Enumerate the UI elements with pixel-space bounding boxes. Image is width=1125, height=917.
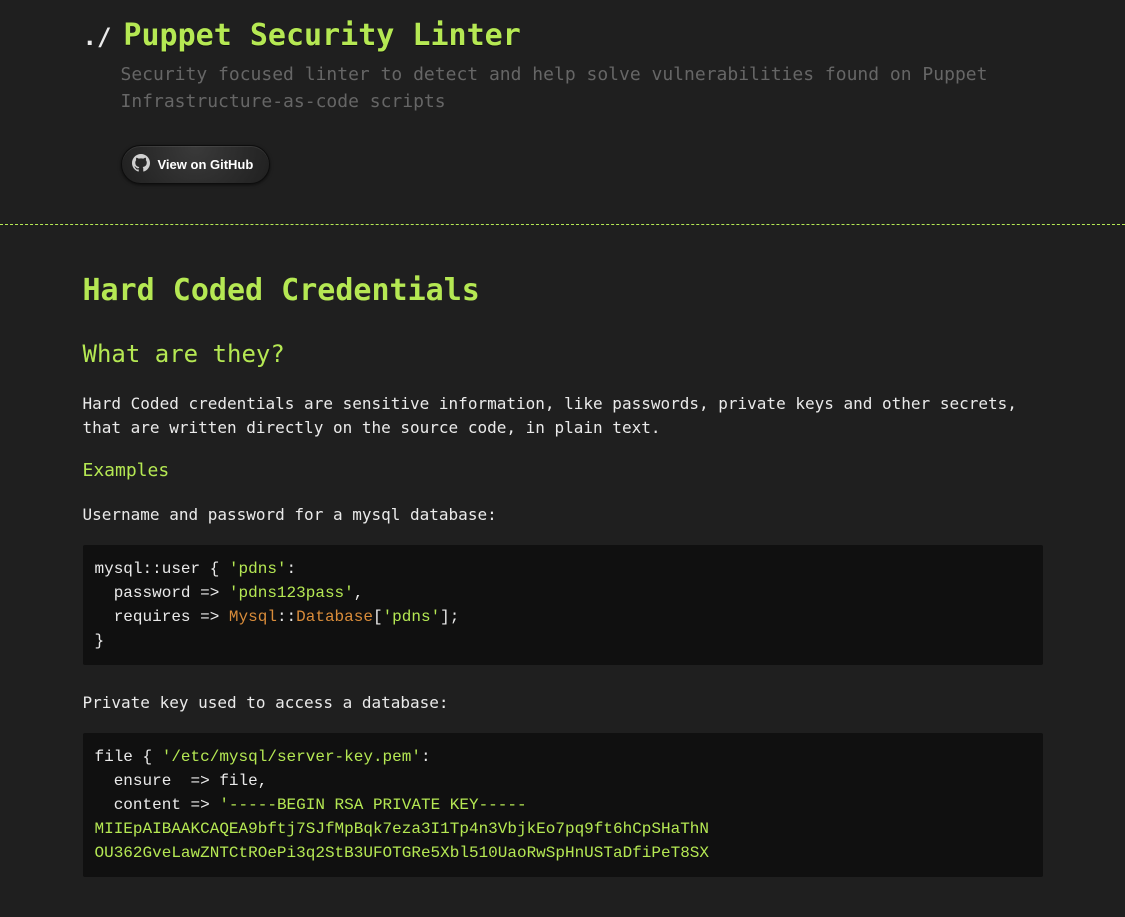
site-title: Puppet Security Linter	[123, 18, 520, 53]
code-block-1: mysql::user { 'pdns': password => 'pdns1…	[83, 545, 1043, 665]
page-title: Hard Coded Credentials	[83, 273, 1043, 308]
example2-label: Private key used to access a database:	[83, 691, 1043, 715]
prompt-prefix: ./	[83, 23, 112, 51]
site-subtitle: Security focused linter to detect and he…	[121, 61, 1043, 115]
github-icon	[132, 154, 150, 175]
intro-paragraph: Hard Coded credentials are sensitive inf…	[83, 392, 1043, 440]
example1-label: Username and password for a mysql databa…	[83, 503, 1043, 527]
view-on-github-button[interactable]: View on GitHub	[121, 145, 271, 184]
examples-heading: Examples	[83, 460, 1043, 481]
section-heading-what: What are they?	[83, 340, 1043, 368]
code-block-2: file { '/etc/mysql/server-key.pem': ensu…	[83, 733, 1043, 877]
github-button-label: View on GitHub	[158, 157, 254, 172]
